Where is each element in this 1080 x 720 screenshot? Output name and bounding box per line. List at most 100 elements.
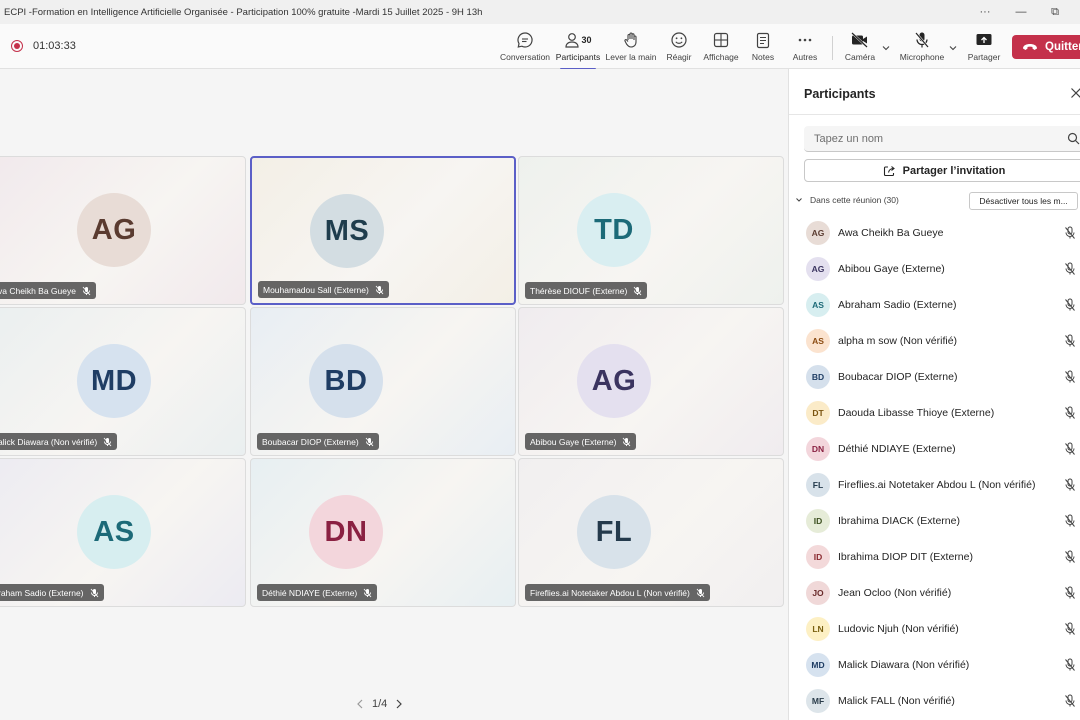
video-tile[interactable]: ASraham Sadio (Externe) (0, 458, 246, 607)
microphone-button[interactable]: Microphone (898, 30, 946, 66)
grid-icon (713, 30, 729, 50)
participant-row[interactable]: DTDaouda Libasse Thioye (Externe) (789, 395, 1080, 431)
participant-row[interactable]: FL Fireflies.ai Notetaker Abdou L (Non vé… (789, 467, 1080, 503)
mic-muted-icon (363, 588, 372, 598)
participant-name: Malick Diawara (Non vérifié) (838, 659, 969, 671)
react-button[interactable]: Réagir (664, 30, 694, 66)
participant-avatar: AG (77, 193, 151, 267)
video-tile[interactable]: BDBoubacar DIOP (Externe) (250, 307, 516, 456)
mic-muted-icon (1064, 478, 1076, 492)
participant-avatar: ID (806, 545, 830, 569)
video-tile[interactable]: MSMouhamadou Sall (Externe) (250, 156, 516, 305)
mic-muted-icon (1064, 550, 1076, 564)
conversation-button[interactable]: Conversation (501, 30, 549, 66)
participant-row[interactable]: LNLudovic Njuh (Non vérifié) (789, 611, 1080, 647)
participant-row[interactable]: MD Malick Diawara (Non vérifié) (789, 647, 1080, 683)
mic-muted-icon (1064, 514, 1076, 528)
mic-muted-icon (1064, 658, 1076, 672)
participant-name-tag: Mouhamadou Sall (Externe) (258, 281, 389, 298)
window-title: ECPI -Formation en Intelligence Artifici… (0, 7, 482, 18)
participant-name: Awa Cheikh Ba Gueye (838, 227, 943, 239)
video-tile[interactable]: AGAbibou Gaye (Externe) (518, 307, 784, 456)
participant-name: Abibou Gaye (Externe) (838, 263, 945, 275)
maximize-button[interactable]: ⧉ (1040, 3, 1070, 21)
participant-name-tag: Abibou Gaye (Externe) (525, 433, 636, 450)
meeting-timer: 01:03:33 (33, 40, 76, 52)
mic-muted-icon (696, 588, 705, 598)
minimize-button[interactable]: — (1006, 3, 1036, 21)
video-tile[interactable]: DNDéthié NDIAYE (Externe) (250, 458, 516, 607)
more-label: Autres (793, 52, 818, 62)
share-invite-label: Partager l’invitation (903, 165, 1006, 177)
share-button[interactable]: Partager (967, 30, 1001, 66)
close-icon[interactable] (1070, 87, 1080, 99)
participant-avatar: DT (806, 401, 830, 425)
participant-row[interactable]: ASAbraham Sadio (Externe) (789, 287, 1080, 323)
participant-row[interactable]: BDBoubacar DIOP (Externe) (789, 359, 1080, 395)
phone-hangup-icon (1022, 43, 1038, 51)
participant-avatar: FL (577, 495, 651, 569)
participant-row[interactable]: JOJean Ocloo (Non vérifié) (789, 575, 1080, 611)
participant-name: Déthié NDIAYE (Externe) (262, 588, 357, 598)
mic-muted-icon (1064, 622, 1076, 636)
participant-name-tag: Boubacar DIOP (Externe) (257, 433, 379, 450)
camera-button[interactable]: Caméra (844, 30, 876, 66)
view-button[interactable]: Affichage (702, 30, 740, 66)
hand-icon (623, 30, 639, 50)
mic-muted-icon (1064, 442, 1076, 456)
participant-row[interactable]: IDIbrahima DIOP DIT (Externe) (789, 539, 1080, 575)
participant-name: Thérèse DIOUF (Externe) (530, 286, 627, 296)
mic-muted-icon (1064, 262, 1076, 276)
recording-icon (11, 40, 23, 52)
mic-muted-icon (622, 437, 631, 447)
mic-muted-icon (375, 285, 384, 295)
in-meeting-section-toggle[interactable]: Dans cette réunion (30) (795, 195, 899, 205)
participant-row[interactable]: IDIbrahima DIACK (Externe) (789, 503, 1080, 539)
leave-button[interactable]: Quitter (1012, 35, 1080, 59)
window-more-button[interactable]: ··· (970, 3, 1000, 21)
participant-name-tag: Fireflies.ai Notetaker Abdou L (Non véri… (525, 584, 710, 601)
chat-icon (516, 30, 534, 50)
video-gallery: AG va Cheikh Ba Gueye MSMouhamadou Sall (E… (0, 69, 788, 720)
react-label: Réagir (666, 52, 691, 62)
raise-hand-button[interactable]: Lever la main (606, 30, 656, 66)
panel-title: Participants (804, 87, 876, 101)
participant-avatar: AG (806, 221, 830, 245)
previous-page-icon[interactable] (356, 699, 364, 709)
video-tile[interactable]: TDThérèse DIOUF (Externe) (518, 156, 784, 305)
participant-row[interactable]: MFMalick FALL (Non vérifié) (789, 683, 1080, 719)
page-indicator: 1/4 (372, 698, 387, 710)
participant-row[interactable]: DNDéthié NDIAYE (Externe) (789, 431, 1080, 467)
raise-hand-label: Lever la main (605, 52, 656, 62)
notes-button[interactable]: Notes (750, 30, 776, 66)
participant-avatar: MD (806, 653, 830, 677)
participant-name: Abibou Gaye (Externe) (530, 437, 616, 447)
participant-name: Fireflies.ai Notetaker Abdou L (Non véri… (838, 479, 1035, 491)
video-tile[interactable]: AG va Cheikh Ba Gueye (0, 156, 246, 305)
mic-muted-icon (82, 286, 91, 296)
participant-name: va Cheikh Ba Gueye (0, 286, 76, 296)
next-page-icon[interactable] (395, 699, 403, 709)
more-button[interactable]: Autres (791, 30, 819, 66)
mic-muted-icon (1064, 694, 1076, 708)
camera-options-chevron-icon[interactable] (881, 43, 891, 53)
participant-row[interactable]: ASalpha m sow (Non vérifié) (789, 323, 1080, 359)
participant-search-input[interactable]: Tapez un nom (804, 126, 1080, 152)
video-tile[interactable]: MDalick Diawara (Non vérifié) (0, 307, 246, 456)
mic-muted-icon (1064, 406, 1076, 420)
participant-row[interactable]: AGAbibou Gaye (Externe) (789, 251, 1080, 287)
participants-button[interactable]: 30 Participants (556, 30, 600, 66)
video-tile[interactable]: FL Fireflies.ai Notetaker Abdou L (Non vé… (518, 458, 784, 607)
view-label: Affichage (703, 52, 738, 62)
microphone-options-chevron-icon[interactable] (948, 43, 958, 53)
participant-name-tag: Thérèse DIOUF (Externe) (525, 282, 647, 299)
participant-avatar: FL (806, 473, 830, 497)
participant-avatar: AS (77, 495, 151, 569)
participant-name: Ibrahima DIACK (Externe) (838, 515, 960, 527)
microphone-label: Microphone (900, 52, 944, 62)
mute-all-button[interactable]: Désactiver tous les m... (969, 192, 1078, 210)
share-invite-icon (883, 165, 896, 177)
participant-row[interactable]: AG Awa Cheikh Ba Gueye (789, 215, 1080, 251)
notes-icon (756, 30, 770, 50)
share-invite-button[interactable]: Partager l’invitation (804, 159, 1080, 182)
